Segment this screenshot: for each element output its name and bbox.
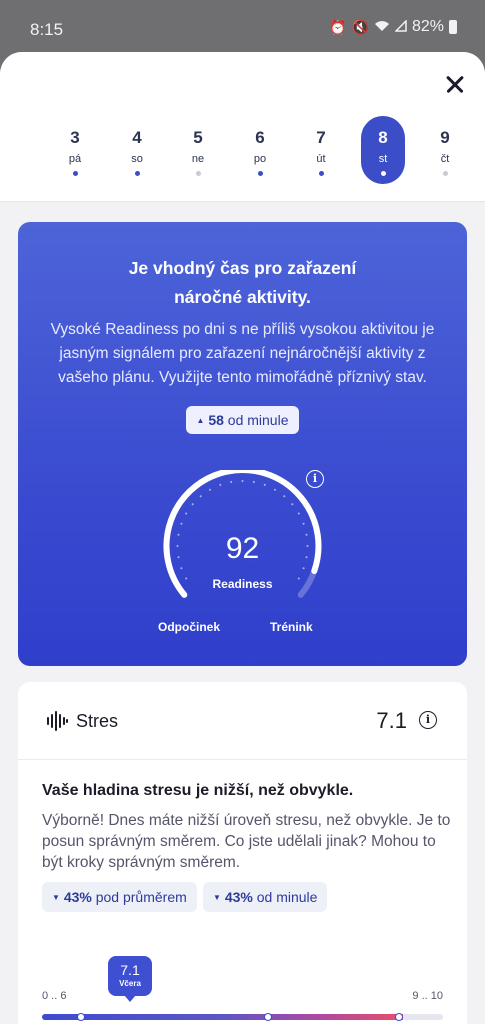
day-dot bbox=[134, 171, 140, 176]
signal-icon bbox=[394, 19, 407, 35]
readiness-card: Je vhodný čas pro zařazení náročné aktiv… bbox=[18, 222, 467, 666]
scale-left-label: 0 .. 6 bbox=[42, 990, 67, 1002]
stress-card[interactable]: Stres 7.1 i Vaše hladina stresu je nižší… bbox=[18, 682, 467, 1024]
marker-label: Včera bbox=[119, 979, 141, 988]
stress-header: Stres 7.1 i bbox=[18, 682, 467, 760]
day-item[interactable]: 3 pá bbox=[53, 116, 97, 184]
day-dot bbox=[195, 171, 201, 176]
info-icon[interactable]: i bbox=[419, 711, 437, 729]
readiness-score-label: Readiness bbox=[212, 577, 273, 591]
gauge-tick bbox=[297, 512, 300, 515]
gauge-tick bbox=[209, 488, 211, 491]
day-dot bbox=[318, 171, 324, 176]
readiness-change-badge: ▲ 58 od minule bbox=[186, 406, 299, 434]
day-item[interactable]: 4 so bbox=[115, 116, 159, 184]
gauge-tick bbox=[302, 522, 305, 525]
gauge-tick bbox=[274, 488, 276, 491]
readiness-title: Je vhodný čas pro zařazení náročné aktiv… bbox=[18, 254, 467, 312]
down-arrow-icon: ▼ bbox=[52, 893, 60, 902]
readiness-description: Vysoké Readiness po dni s ne příliš vyso… bbox=[50, 321, 435, 386]
day-item[interactable]: 5 ne bbox=[176, 116, 220, 184]
scale-dot bbox=[77, 1013, 85, 1021]
day-item[interactable]: 7 út bbox=[299, 116, 343, 184]
alarm-icon: ⏰ bbox=[329, 18, 347, 35]
gauge-tick bbox=[191, 503, 194, 506]
bottom-sheet: 3 pá 4 so 5 ne 6 po 7 út 8 st 9 čt Je vh… bbox=[0, 52, 485, 1024]
chip-value: 43% bbox=[224, 889, 253, 905]
gauge-tick bbox=[230, 480, 233, 483]
badge-text: od minule bbox=[227, 412, 289, 428]
day-number: 4 bbox=[132, 128, 142, 147]
battery-percent: 82% bbox=[411, 18, 444, 35]
day-weekday: ne bbox=[191, 153, 205, 165]
status-bar: 8:15 ⏰ 🔇 82% bbox=[0, 0, 485, 52]
gauge-tick bbox=[180, 522, 183, 525]
status-time: 8:15 bbox=[30, 20, 64, 39]
day-weekday: po bbox=[253, 153, 267, 165]
close-button[interactable] bbox=[441, 70, 469, 98]
day-number: 9 bbox=[440, 128, 450, 147]
gauge-tick bbox=[252, 480, 255, 483]
day-number: 5 bbox=[193, 128, 203, 147]
stress-description: Výborně! Dnes máte nižší úroveň stresu, … bbox=[42, 812, 451, 871]
stress-marker: 7.1 Včera bbox=[108, 956, 152, 1002]
stress-scale-bar bbox=[42, 1013, 443, 1021]
day-dot bbox=[72, 171, 78, 176]
day-item[interactable]: 6 po bbox=[238, 116, 282, 184]
sheet-header: 3 pá 4 so 5 ne 6 po 7 út 8 st 9 čt bbox=[0, 52, 485, 202]
gauge-tick bbox=[180, 567, 183, 570]
marker-value: 7.1 bbox=[120, 962, 140, 978]
battery-icon bbox=[449, 20, 457, 34]
day-dot bbox=[257, 171, 263, 176]
stress-average-chip: ▼ 43% pod průměrem bbox=[42, 882, 197, 912]
day-dot bbox=[442, 171, 448, 176]
day-item-selected[interactable]: 8 st bbox=[361, 116, 405, 184]
scale-dot bbox=[395, 1013, 403, 1021]
stress-change-chip: ▼ 43% od minule bbox=[203, 882, 328, 912]
day-number: 8 bbox=[378, 128, 388, 147]
gauge-right-label: Trénink bbox=[270, 620, 313, 634]
day-weekday: pá bbox=[68, 153, 82, 165]
gauge-tick bbox=[283, 495, 286, 498]
up-arrow-icon: ▲ bbox=[196, 416, 205, 425]
gauge-tick bbox=[199, 495, 202, 498]
gauge-tick bbox=[291, 503, 294, 506]
gauge-tick bbox=[241, 480, 244, 482]
gauge-tick bbox=[302, 567, 305, 570]
scale-right-label: 9 .. 10 bbox=[412, 990, 443, 1002]
chip-value: 43% bbox=[63, 889, 92, 905]
day-weekday: čt bbox=[440, 153, 450, 165]
stress-title: Stres bbox=[76, 711, 119, 731]
status-icons: ⏰ 🔇 82% bbox=[329, 18, 457, 36]
gauge-tick bbox=[263, 483, 266, 486]
down-arrow-icon: ▼ bbox=[213, 893, 221, 902]
badge-value: 58 bbox=[208, 412, 224, 428]
gauge-left-label: Odpočinek bbox=[158, 620, 221, 634]
stress-value: 7.1 bbox=[376, 708, 407, 733]
chip-text: pod průměrem bbox=[95, 889, 187, 905]
readiness-score: 92 bbox=[225, 532, 260, 565]
readiness-title-line1: Je vhodný čas pro zařazení bbox=[128, 258, 357, 278]
gauge-tick bbox=[185, 512, 188, 515]
day-weekday: út bbox=[316, 153, 326, 165]
stress-heading: Vaše hladina stresu je nižší, než obvykl… bbox=[42, 782, 354, 799]
gauge-tick bbox=[219, 483, 222, 486]
day-number: 7 bbox=[316, 128, 326, 147]
waveform-icon bbox=[47, 711, 68, 731]
day-item[interactable]: 9 čt bbox=[423, 116, 467, 184]
readiness-title-line2: náročné aktivity. bbox=[174, 287, 311, 307]
day-dot bbox=[380, 171, 386, 176]
mute-icon: 🔇 bbox=[351, 18, 369, 35]
day-weekday: st bbox=[378, 153, 388, 165]
scale-dot bbox=[264, 1013, 272, 1021]
day-selector: 3 pá 4 so 5 ne 6 po 7 út 8 st 9 čt bbox=[0, 116, 485, 186]
day-number: 6 bbox=[255, 128, 265, 147]
day-weekday: so bbox=[131, 153, 143, 165]
chip-text: od minule bbox=[256, 889, 318, 905]
day-number: 3 bbox=[70, 128, 80, 147]
wifi-icon bbox=[374, 19, 390, 35]
